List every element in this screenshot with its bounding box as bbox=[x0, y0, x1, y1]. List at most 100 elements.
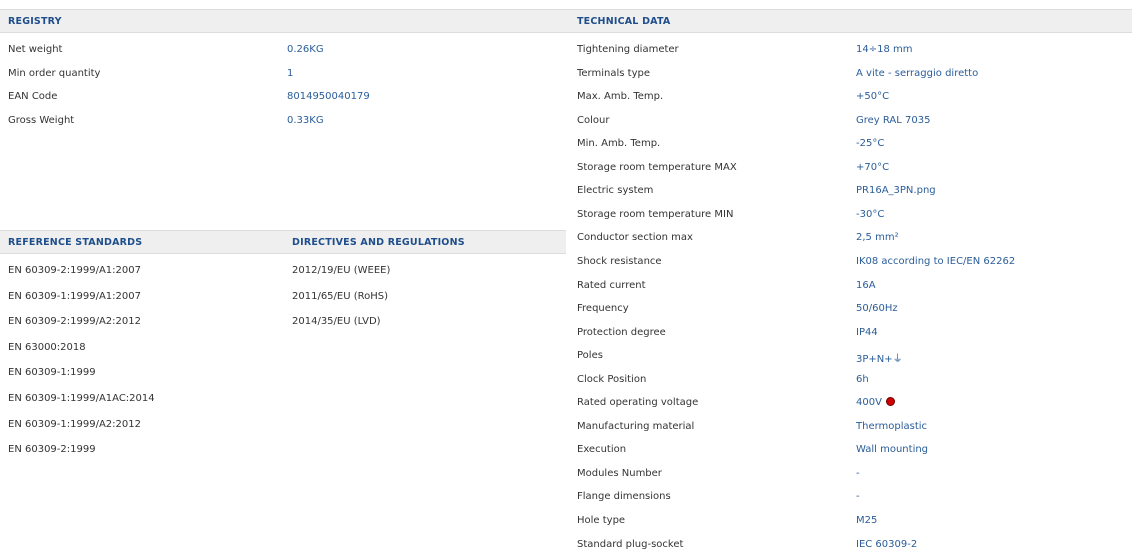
technical-row-value: -30°C bbox=[856, 209, 884, 220]
technical-row-label: Clock Position bbox=[577, 373, 647, 385]
technical-row-value-text: 3P+N+⏚ bbox=[856, 354, 903, 366]
technical-row-value-text: -30°C bbox=[856, 208, 885, 220]
technical-row-value-text: Wall mounting bbox=[856, 444, 929, 456]
technical-row: Min. Amb. Temp. -25°C bbox=[566, 138, 1132, 158]
technical-row: Storage room temperature MIN -30°C bbox=[566, 209, 1132, 229]
technical-row: Flange dimensions - bbox=[566, 491, 1132, 511]
technical-row-value: IK08 according to IEC/EN 62262 bbox=[856, 256, 1015, 267]
technical-row-label: Execution bbox=[577, 444, 627, 456]
technical-row-label: Manufacturing material bbox=[577, 420, 695, 432]
reference-standard-item: EN 60309-1:1999/A2:2012 bbox=[8, 418, 141, 430]
technical-row-label: Poles bbox=[577, 350, 603, 362]
technical-row-value-text: +70°C bbox=[856, 161, 890, 173]
technical-row-value-text: A vite - serraggio diretto bbox=[856, 67, 979, 79]
technical-row-label: Frequency bbox=[577, 303, 629, 315]
technical-row: Conductor section max 2,5 mm² bbox=[566, 232, 1132, 252]
technical-row-label: Tightening diameter bbox=[577, 44, 679, 55]
reference-standard-item: EN 63000:2018 bbox=[8, 341, 86, 353]
technical-row: Terminals type A vite - serraggio diretto bbox=[566, 68, 1132, 88]
technical-header: TECHNICAL DATA bbox=[577, 16, 671, 27]
registry-row-label: Net weight bbox=[8, 44, 63, 55]
technical-row: Shock resistance IK08 according to IEC/EN… bbox=[566, 256, 1132, 276]
technical-row-label: Electric system bbox=[577, 185, 654, 197]
technical-row: Storage room temperature MAX +70°C bbox=[566, 162, 1132, 182]
technical-row-value: 3P+N+⏚ bbox=[856, 350, 903, 365]
technical-row-value-text: IK08 according to IEC/EN 62262 bbox=[856, 255, 1016, 267]
technical-row-value-text: -25°C bbox=[856, 138, 885, 150]
technical-row-value: - bbox=[856, 491, 860, 502]
technical-row-value: 14÷18 mm bbox=[856, 44, 913, 55]
technical-row-label: Flange dimensions bbox=[577, 491, 671, 503]
technical-row-value-text: +50°C bbox=[856, 91, 890, 103]
technical-row-value: 2,5 mm² bbox=[856, 232, 899, 243]
technical-row-label: Conductor section max bbox=[577, 232, 693, 244]
registry-row-value: 1 bbox=[287, 67, 294, 79]
technical-row-label: Modules Number bbox=[577, 467, 662, 479]
technical-row-value-text: - bbox=[856, 467, 860, 479]
technical-row-value: 50/60Hz bbox=[856, 303, 898, 314]
technical-row-value: +50°C bbox=[856, 91, 889, 102]
registry-row: Min order quantity 1 bbox=[0, 68, 560, 88]
registry-row-label: EAN Code bbox=[8, 91, 58, 103]
reference-standards-header: REFERENCE STANDARDS bbox=[8, 237, 143, 248]
technical-row-label: Colour bbox=[577, 114, 610, 126]
registry-row-value: 0.26KG bbox=[287, 44, 324, 55]
directive-item: 2014/35/EU (LVD) bbox=[292, 316, 381, 328]
technical-row-label: Rated operating voltage bbox=[577, 397, 699, 409]
reference-standard-item: EN 60309-2:1999 bbox=[8, 444, 96, 456]
technical-row: Clock Position 6h bbox=[566, 374, 1132, 394]
technical-row-value: Thermoplastic bbox=[856, 421, 927, 432]
technical-row-label: Storage room temperature MAX bbox=[577, 161, 737, 173]
registry-row-label: Min order quantity bbox=[8, 67, 101, 79]
technical-row: Electric system PR16A_3PN.png bbox=[566, 185, 1132, 205]
technical-row-value: 16A bbox=[856, 280, 876, 291]
technical-row-label: Shock resistance bbox=[577, 255, 662, 267]
technical-row: Colour Grey RAL 7035 bbox=[566, 115, 1132, 135]
technical-row-value: Grey RAL 7035 bbox=[856, 115, 930, 126]
technical-row-label: Protection degree bbox=[577, 326, 666, 338]
technical-row-value-text: IEC 60309-2 bbox=[856, 538, 918, 550]
technical-row: Protection degree IP44 bbox=[566, 327, 1132, 347]
technical-row-label: Max. Amb. Temp. bbox=[577, 91, 664, 103]
technical-row: Hole type M25 bbox=[566, 515, 1132, 535]
technical-row-value: 400V bbox=[856, 397, 895, 408]
technical-row: Max. Amb. Temp. +50°C bbox=[566, 91, 1132, 111]
technical-row: Manufacturing material Thermoplastic bbox=[566, 421, 1132, 441]
directives-header: DIRECTIVES AND REGULATIONS bbox=[292, 237, 465, 248]
technical-row-value-text: 6h bbox=[856, 373, 869, 385]
technical-row: Modules Number - bbox=[566, 468, 1132, 488]
registry-row-label: Gross Weight bbox=[8, 114, 75, 126]
reference-standard-item: EN 60309-1:1999/A1:2007 bbox=[8, 290, 141, 302]
directive-item: 2011/65/EU (RoHS) bbox=[292, 290, 389, 302]
registry-header-bar: REGISTRY bbox=[0, 9, 566, 33]
technical-row-label: Hole type bbox=[577, 515, 626, 526]
technical-row-value: IEC 60309-2 bbox=[856, 539, 917, 550]
technical-row-value: M25 bbox=[856, 515, 877, 526]
technical-row-value: 6h bbox=[856, 374, 869, 385]
technical-row-value: IP44 bbox=[856, 327, 878, 338]
technical-row: Tightening diameter 14÷18 mm bbox=[566, 44, 1132, 64]
technical-row-value-text: 400V bbox=[856, 397, 882, 409]
technical-row-label: Rated current bbox=[577, 279, 646, 291]
registry-row-value: 0.33KG bbox=[287, 114, 324, 126]
technical-row-label: Min. Amb. Temp. bbox=[577, 138, 661, 150]
technical-row-label: Standard plug-socket bbox=[577, 538, 684, 550]
reference-standard-item: EN 60309-1:1999 bbox=[8, 367, 96, 379]
technical-row-value-text: - bbox=[856, 491, 860, 503]
technical-row-value-text: Grey RAL 7035 bbox=[856, 114, 931, 126]
technical-row-value: -25°C bbox=[856, 138, 884, 149]
technical-row-value-text: 16A bbox=[856, 279, 876, 291]
standards-header-bar: REFERENCE STANDARDS DIRECTIVES AND REGUL… bbox=[0, 230, 566, 254]
technical-row-value-text: M25 bbox=[856, 515, 878, 526]
reference-standard-item: EN 60309-2:1999/A2:2012 bbox=[8, 316, 141, 328]
registry-row: Gross Weight 0.33KG bbox=[0, 115, 560, 135]
technical-row-label: Terminals type bbox=[577, 67, 650, 79]
technical-row: Poles 3P+N+⏚ bbox=[566, 350, 1132, 370]
technical-row: Standard plug-socket IEC 60309-2 bbox=[566, 539, 1132, 558]
directive-item: 2012/19/EU (WEEE) bbox=[292, 265, 391, 276]
technical-row-label: Storage room temperature MIN bbox=[577, 208, 734, 220]
reference-standard-item: EN 60309-1:1999/A1AC:2014 bbox=[8, 393, 155, 404]
technical-row: Frequency 50/60Hz bbox=[566, 303, 1132, 323]
technical-row-value: PR16A_3PN.png bbox=[856, 185, 936, 196]
technical-row-value: - bbox=[856, 468, 860, 479]
